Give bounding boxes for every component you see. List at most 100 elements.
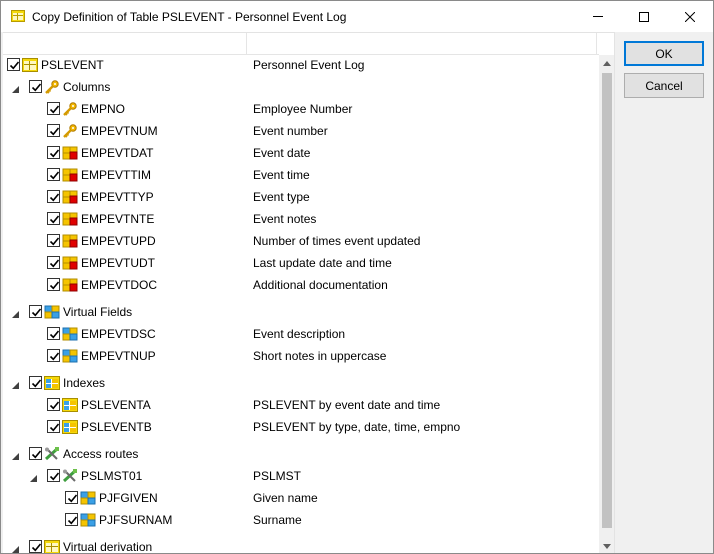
include-checkbox[interactable] bbox=[29, 80, 42, 93]
column-divider[interactable] bbox=[246, 33, 247, 55]
tree-group-columns[interactable]: Columns bbox=[3, 77, 599, 97]
include-checkbox[interactable] bbox=[65, 513, 78, 526]
table-icon bbox=[22, 58, 38, 72]
node-description: Event description bbox=[253, 327, 346, 341]
definition-tree[interactable]: PSLEVENT Personnel Event Log Columns EMPNO E… bbox=[3, 32, 615, 553]
include-checkbox[interactable] bbox=[47, 168, 60, 181]
node-description: PSLEVENT by event date and time bbox=[253, 398, 441, 412]
expand-toggle-icon[interactable] bbox=[11, 543, 20, 553]
ok-button[interactable]: OK bbox=[624, 41, 704, 66]
column-icon bbox=[62, 234, 78, 248]
tree-row-column[interactable]: EMPEVTUPD Number of times event updated bbox=[3, 231, 599, 251]
include-checkbox[interactable] bbox=[47, 349, 60, 362]
include-checkbox[interactable] bbox=[47, 234, 60, 247]
scroll-thumb[interactable] bbox=[602, 73, 612, 528]
tree-row-access-route[interactable]: PSLMST01 PSLMST bbox=[3, 466, 599, 486]
tree-group-virtual-fields[interactable]: Virtual Fields bbox=[3, 302, 599, 322]
node-name: EMPNO bbox=[81, 102, 126, 116]
node-description: PSLEVENT by type, date, time, empno bbox=[253, 420, 461, 434]
virtual-field-icon bbox=[80, 513, 96, 527]
node-name: EMPEVTDOC bbox=[81, 278, 158, 292]
expand-toggle-icon[interactable] bbox=[11, 308, 20, 318]
tree-rows: PSLEVENT Personnel Event Log Columns EMPNO E… bbox=[3, 55, 599, 553]
include-checkbox[interactable] bbox=[47, 124, 60, 137]
tree-row-index[interactable]: PSLEVENTA PSLEVENT by event date and time bbox=[3, 395, 599, 415]
virtual-field-icon bbox=[80, 491, 96, 505]
include-checkbox[interactable] bbox=[29, 447, 42, 460]
tree-row-column[interactable]: EMPEVTTYP Event type bbox=[3, 187, 599, 207]
include-checkbox[interactable] bbox=[65, 491, 78, 504]
tree-row-virtual-field[interactable]: EMPEVTDSC Event description bbox=[3, 324, 599, 344]
maximize-icon bbox=[639, 11, 649, 22]
maximize-button[interactable] bbox=[621, 1, 667, 32]
include-checkbox[interactable] bbox=[29, 305, 42, 318]
include-checkbox[interactable] bbox=[29, 540, 42, 553]
scroll-up-arrow[interactable] bbox=[599, 55, 614, 71]
tree-group-access-routes[interactable]: Access routes bbox=[3, 444, 599, 464]
tree-row-column[interactable]: EMPEVTTIM Event time bbox=[3, 165, 599, 185]
expand-toggle-icon[interactable] bbox=[11, 450, 20, 460]
node-name: EMPEVTTYP bbox=[81, 190, 154, 204]
expand-toggle-icon[interactable] bbox=[11, 83, 20, 93]
include-checkbox[interactable] bbox=[47, 146, 60, 159]
close-button[interactable] bbox=[667, 1, 713, 32]
index-icon bbox=[62, 420, 78, 434]
include-checkbox[interactable] bbox=[47, 212, 60, 225]
tree-row-column[interactable]: EMPEVTUDT Last update date and time bbox=[3, 253, 599, 273]
node-name: Indexes bbox=[63, 376, 106, 390]
include-checkbox[interactable] bbox=[47, 420, 60, 433]
node-name: EMPEVTUPD bbox=[81, 234, 156, 248]
vertical-scrollbar[interactable] bbox=[599, 55, 614, 553]
include-checkbox[interactable] bbox=[47, 327, 60, 340]
minimize-button[interactable] bbox=[575, 1, 621, 32]
close-icon bbox=[685, 11, 695, 22]
node-description: Personnel Event Log bbox=[253, 58, 365, 72]
minimize-icon bbox=[593, 16, 603, 17]
node-description: Additional documentation bbox=[253, 278, 388, 292]
tree-group-indexes[interactable]: Indexes bbox=[3, 373, 599, 393]
column-divider[interactable] bbox=[596, 33, 597, 55]
tree-row-column[interactable]: EMPEVTNUM Event number bbox=[3, 121, 599, 141]
node-name: Access routes bbox=[63, 447, 139, 461]
include-checkbox[interactable] bbox=[7, 58, 20, 71]
include-checkbox[interactable] bbox=[47, 469, 60, 482]
column-icon bbox=[62, 168, 78, 182]
chevron-up-icon bbox=[603, 60, 611, 66]
include-checkbox[interactable] bbox=[47, 256, 60, 269]
tree-node-root[interactable]: PSLEVENT Personnel Event Log bbox=[3, 55, 599, 75]
expand-toggle-icon[interactable] bbox=[29, 472, 38, 482]
node-description: Number of times event updated bbox=[253, 234, 421, 248]
tree-row-column[interactable]: EMPEVTNTE Event notes bbox=[3, 209, 599, 229]
node-description: Event time bbox=[253, 168, 310, 182]
cancel-button[interactable]: Cancel bbox=[624, 73, 704, 98]
node-name: EMPEVTDAT bbox=[81, 146, 154, 160]
include-checkbox[interactable] bbox=[47, 102, 60, 115]
tree-row-access-field[interactable]: PJFSURNAM Surname bbox=[3, 510, 599, 530]
index-icon bbox=[44, 376, 60, 390]
index-icon bbox=[62, 398, 78, 412]
node-description: Employee Number bbox=[253, 102, 353, 116]
tree-row-access-field[interactable]: PJFGIVEN Given name bbox=[3, 488, 599, 508]
include-checkbox[interactable] bbox=[47, 190, 60, 203]
tree-group-virtual-derivation[interactable]: Virtual derivation bbox=[3, 537, 599, 553]
node-name: PJFGIVEN bbox=[99, 491, 158, 505]
virtual-field-icon bbox=[62, 327, 78, 341]
copy-definition-dialog: Copy Definition of Table PSLEVENT - Pers… bbox=[0, 0, 714, 554]
expand-toggle-icon[interactable] bbox=[11, 379, 20, 389]
tree-row-virtual-field[interactable]: EMPEVTNUP Short notes in uppercase bbox=[3, 346, 599, 366]
scroll-down-arrow[interactable] bbox=[599, 538, 614, 553]
tree-row-column[interactable]: EMPEVTDAT Event date bbox=[3, 143, 599, 163]
include-checkbox[interactable] bbox=[47, 278, 60, 291]
window-title: Copy Definition of Table PSLEVENT - Pers… bbox=[32, 10, 347, 24]
node-description: Event notes bbox=[253, 212, 317, 226]
node-name: EMPEVTUDT bbox=[81, 256, 156, 270]
tree-row-index[interactable]: PSLEVENTB PSLEVENT by type, date, time, e… bbox=[3, 417, 599, 437]
node-name: Virtual derivation bbox=[63, 540, 153, 553]
include-checkbox[interactable] bbox=[29, 376, 42, 389]
tree-row-column[interactable]: EMPNO Employee Number bbox=[3, 99, 599, 119]
include-checkbox[interactable] bbox=[47, 398, 60, 411]
tree-row-column[interactable]: EMPEVTDOC Additional documentation bbox=[3, 275, 599, 295]
node-name: EMPEVTTIM bbox=[81, 168, 152, 182]
node-description: Last update date and time bbox=[253, 256, 392, 270]
chevron-down-icon bbox=[603, 543, 611, 549]
